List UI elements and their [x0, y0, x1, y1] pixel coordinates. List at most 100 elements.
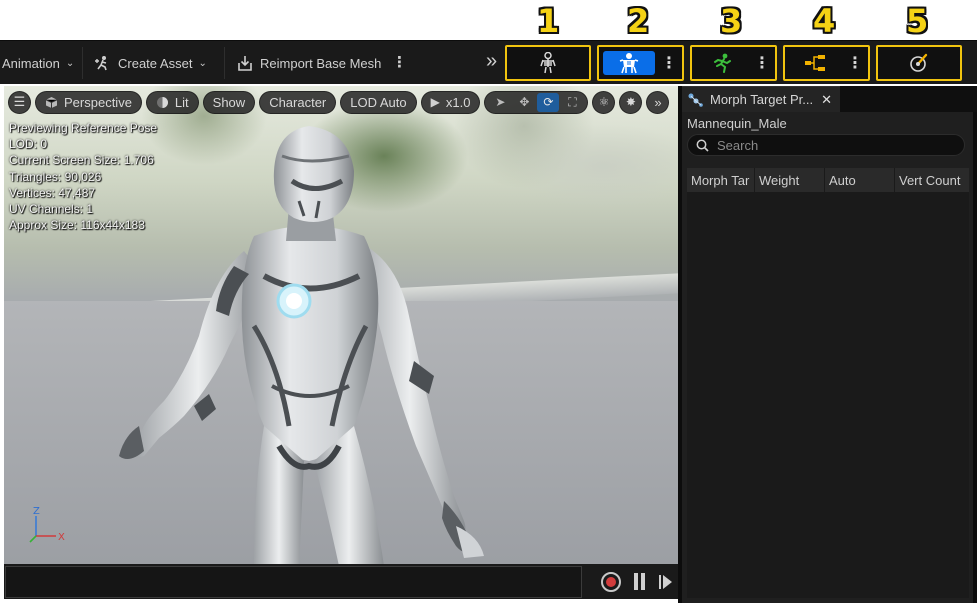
blueprint-options-kebab-icon[interactable]: ⋮: [843, 51, 867, 75]
stat-line: Current Screen Size: 1.706: [9, 153, 154, 168]
morph-table-header: Morph Tar Weight Auto Vert Count: [687, 168, 969, 192]
reimport-label: Reimport Base Mesh: [260, 55, 382, 71]
translate-tool-icon[interactable]: ✥: [513, 93, 535, 112]
skeleton-mode-inner: [511, 51, 585, 75]
create-asset-icon: [95, 56, 107, 71]
chevron-down-icon: ⌄: [198, 57, 207, 69]
double-chevron-right-icon: »: [486, 49, 498, 72]
toolbar-options-kebab-icon[interactable]: ⋮: [392, 53, 407, 71]
preview-viewport[interactable]: ☰ Perspective Lit Show Character LOD Aut…: [4, 86, 678, 564]
cube-icon: [45, 96, 58, 108]
skeleton-mode-button[interactable]: [505, 45, 591, 81]
lod-label: LOD Auto: [350, 94, 407, 110]
physics-mode-button[interactable]: [876, 45, 962, 81]
toolbar-divider: [82, 47, 83, 79]
create-asset-label: Create Asset: [118, 55, 193, 71]
perspective-button[interactable]: Perspective: [35, 90, 142, 114]
stat-line: Approx Size: 116x44x183: [9, 218, 145, 233]
viewport-bottom-bar: [4, 564, 678, 599]
blueprint-mode-button[interactable]: ⋮: [783, 45, 870, 81]
morph-target-icon: [688, 93, 703, 107]
annotation-4: 4: [813, 2, 836, 40]
search-box[interactable]: [687, 134, 965, 156]
lod-button[interactable]: LOD Auto: [340, 90, 417, 114]
search-input[interactable]: [717, 137, 947, 153]
skeletal-mesh-icon: [619, 53, 639, 74]
hamburger-menu-icon: ☰: [13, 94, 26, 109]
mesh-name: Mannequin_Male: [687, 116, 787, 131]
skeletal-mesh-mode-button[interactable]: ⋮: [597, 45, 684, 81]
physics-icon: [910, 53, 928, 72]
console-input[interactable]: [5, 566, 582, 598]
chevron-down-icon: ⌄: [65, 57, 75, 69]
character-label: Character: [269, 94, 327, 110]
physics-tool-icon: ✸: [625, 95, 636, 109]
bone-tool-button[interactable]: ⚛: [592, 90, 616, 114]
character-button[interactable]: Character: [259, 90, 337, 114]
search-icon: [696, 139, 709, 152]
blueprint-graph-icon: [805, 55, 825, 71]
viewport-toolbar: ☰ Perspective Lit Show Character LOD Aut…: [8, 90, 670, 114]
column-header-weight[interactable]: Weight: [755, 168, 825, 192]
select-tool-icon[interactable]: ➤: [489, 93, 511, 112]
running-figure-icon: [714, 53, 731, 73]
column-header-auto[interactable]: Auto: [825, 168, 895, 192]
morph-target-body: Mannequin_Male Morph Tar Weight Auto Ver…: [682, 112, 973, 603]
morph-target-panel: Morph Target Pr... ✕ Mannequin_Male Morp…: [682, 86, 977, 603]
perspective-label: Perspective: [64, 94, 132, 110]
show-label: Show: [212, 94, 246, 110]
step-forward-icon[interactable]: [658, 573, 674, 591]
lit-mode-button[interactable]: Lit: [145, 90, 199, 114]
viewport-options-button[interactable]: ☰: [8, 90, 31, 114]
scale-tool-icon[interactable]: ⛶: [561, 93, 583, 112]
blueprint-mode-inner: [789, 51, 841, 75]
pause-button[interactable]: [634, 573, 646, 591]
editor-root: 1 2 3 4 5 Animation ⌄ Create Asset ⌄ Rei…: [0, 0, 977, 603]
rotate-tool-icon[interactable]: ⟳: [537, 92, 560, 112]
animation-options-kebab-icon[interactable]: ⋮: [750, 51, 774, 75]
annotation-3: 3: [720, 2, 743, 40]
stat-line: Vertices: 47,487: [9, 185, 96, 200]
physics-tool-button[interactable]: ✸: [619, 90, 643, 114]
stat-line: Previewing Reference Pose: [9, 121, 158, 135]
axis-x-label: X: [58, 532, 65, 543]
stat-line: UV Channels: 1: [9, 202, 94, 217]
record-button[interactable]: [601, 572, 621, 592]
viewport-stats: Previewing Reference Pose LOD: 0 Current…: [9, 120, 157, 233]
record-icon: [606, 577, 616, 587]
annotation-band: 1 2 3 4 5: [0, 0, 977, 40]
animation-mode-button[interactable]: ⋮: [690, 45, 777, 81]
mannequin-character: [119, 126, 484, 564]
asset-editor-toolbar: Animation ⌄ Create Asset ⌄ Reimport Base…: [0, 40, 977, 84]
lit-sphere-icon: [156, 96, 168, 108]
stat-line: LOD: 0: [9, 137, 48, 152]
speed-label: x1.0: [445, 94, 471, 110]
reimport-icon: [238, 56, 252, 71]
annotation-1: 1: [537, 2, 560, 40]
transform-tools: ➤ ✥ ⟳ ⛶: [484, 90, 589, 114]
annotation-5: 5: [906, 2, 929, 40]
skeletal-mesh-options-kebab-icon[interactable]: ⋮: [657, 51, 681, 75]
viewport-overflow-button[interactable]: »: [646, 90, 670, 114]
animation-label: Animation: [2, 55, 60, 71]
skeleton-icon: [540, 52, 556, 74]
panel-edge: [973, 112, 977, 603]
show-button[interactable]: Show: [202, 90, 256, 114]
lit-label: Lit: [174, 94, 189, 110]
bone-icon: ⚛: [598, 95, 610, 109]
playback-speed-button[interactable]: ▶ x1.0: [420, 90, 481, 114]
toolbar-overflow-button[interactable]: »: [486, 49, 497, 73]
column-header-morph-target[interactable]: Morph Tar: [687, 168, 755, 192]
tab-title: Morph Target Pr...: [710, 92, 814, 107]
play-icon: ▶: [430, 95, 440, 109]
reimport-base-mesh-button[interactable]: Reimport Base Mesh: [236, 51, 381, 75]
morph-target-tab[interactable]: Morph Target Pr... ✕: [682, 86, 840, 112]
morph-table-body: [687, 192, 969, 598]
stat-line: Triangles: 90,026: [9, 169, 102, 184]
column-header-vert-count[interactable]: Vert Count: [895, 168, 969, 192]
axis-z-label: Z: [33, 506, 40, 517]
animation-menu[interactable]: Animation ⌄: [2, 51, 74, 75]
physics-mode-inner: [882, 51, 956, 75]
close-icon[interactable]: ✕: [821, 92, 832, 108]
create-asset-menu[interactable]: Create Asset ⌄: [94, 51, 207, 75]
